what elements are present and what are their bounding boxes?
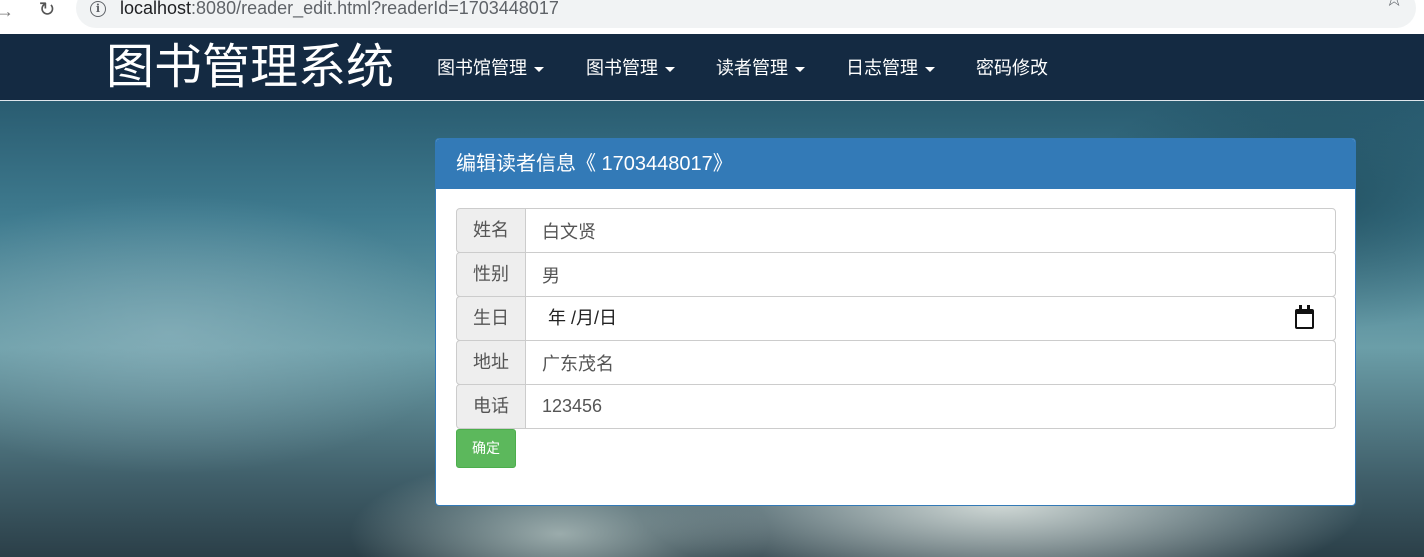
nav-label: 密码修改: [976, 58, 1048, 78]
phone-row: 电话: [456, 384, 1336, 429]
birth-row: 生日 年 /月/日: [456, 296, 1336, 341]
brand-title[interactable]: 图书管理系统: [106, 40, 394, 96]
nav-library-management[interactable]: 图书馆管理: [437, 56, 544, 80]
submit-button[interactable]: 确定: [456, 429, 516, 468]
birth-label: 生日: [456, 296, 526, 341]
nav-label: 日志管理: [846, 58, 918, 78]
top-navbar: 图书管理系统 图书馆管理 图书管理 读者管理 日志管理 密码修改: [0, 34, 1424, 101]
address-bar[interactable]: i localhost:8080/reader_edit.html?reader…: [76, 0, 1416, 28]
edit-reader-panel: 编辑读者信息《 1703448017》 姓名 性别 生日 年 /月/日 地址 电…: [435, 138, 1356, 506]
caret-down-icon: [925, 66, 935, 72]
address-input[interactable]: [525, 340, 1336, 385]
nav-label: 图书管理: [586, 58, 658, 78]
browser-toolbar: → ↻ i localhost:8080/reader_edit.html?re…: [0, 0, 1424, 34]
date-placeholder: 年 /月/日: [548, 308, 618, 328]
address-row: 地址: [456, 340, 1336, 385]
nav-change-password[interactable]: 密码修改: [976, 56, 1048, 80]
info-icon[interactable]: i: [90, 1, 106, 17]
url-path: :8080/reader_edit.html?readerId=17034480…: [191, 0, 559, 18]
nav-label: 读者管理: [716, 58, 788, 78]
name-input[interactable]: [525, 208, 1336, 253]
nav-log-management[interactable]: 日志管理: [846, 56, 935, 80]
sex-label: 性别: [456, 252, 526, 297]
caret-down-icon: [795, 66, 805, 72]
sex-row: 性别: [456, 252, 1336, 297]
calendar-icon[interactable]: [1295, 305, 1314, 329]
name-row: 姓名: [456, 208, 1336, 253]
bookmark-star-icon[interactable]: ☆: [1384, 0, 1404, 12]
nav-book-management[interactable]: 图书管理: [586, 56, 675, 80]
address-label: 地址: [456, 340, 526, 385]
name-label: 姓名: [456, 208, 526, 253]
phone-input[interactable]: [525, 384, 1336, 429]
url-text[interactable]: localhost:8080/reader_edit.html?readerId…: [120, 0, 559, 19]
nav-reader-management[interactable]: 读者管理: [716, 56, 805, 80]
forward-arrow-icon[interactable]: →: [0, 1, 14, 21]
panel-title: 编辑读者信息《 1703448017》: [436, 139, 1355, 189]
caret-down-icon: [534, 66, 544, 72]
birth-date-input[interactable]: 年 /月/日: [525, 296, 1336, 341]
caret-down-icon: [665, 66, 675, 72]
url-host: localhost: [120, 0, 192, 18]
phone-label: 电话: [456, 384, 526, 429]
reload-icon[interactable]: ↻: [36, 0, 58, 22]
sex-input[interactable]: [525, 252, 1336, 297]
nav-label: 图书馆管理: [437, 58, 527, 78]
